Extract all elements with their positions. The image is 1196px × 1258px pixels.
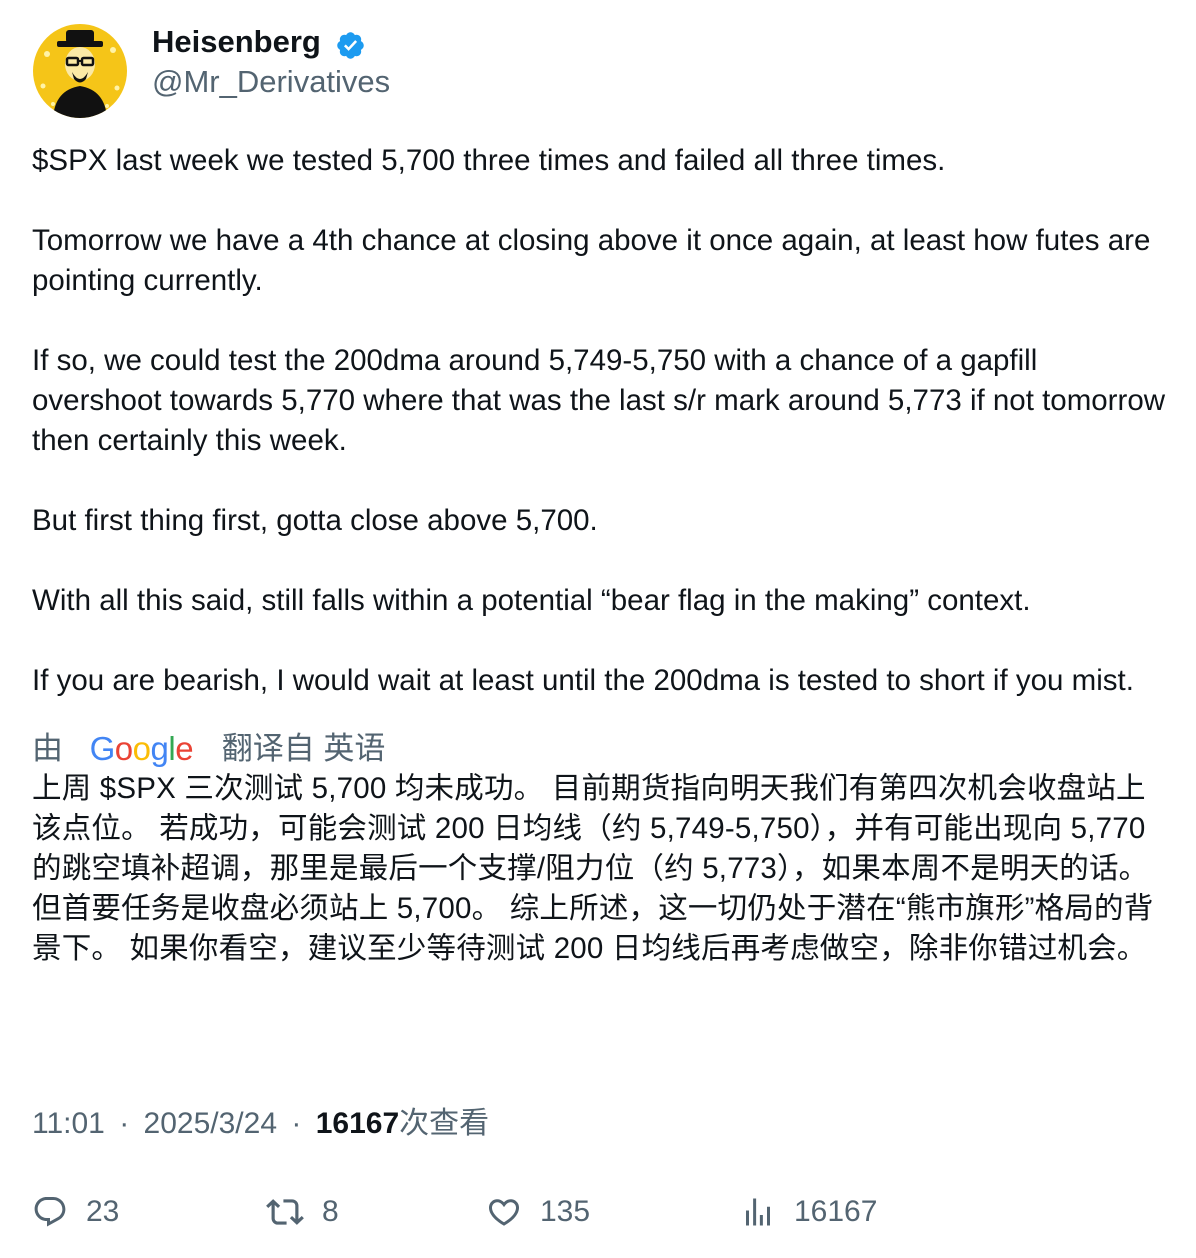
tweet-paragraph: Tomorrow we have a 4th chance at closing… bbox=[32, 224, 1151, 297]
google-logo: Google bbox=[89, 730, 194, 767]
translation-attribution[interactable]: 由 Google 翻译自 英语 bbox=[32, 729, 1172, 769]
like-button[interactable]: 135 bbox=[486, 1190, 590, 1234]
heart-icon bbox=[488, 1199, 520, 1226]
like-count: 135 bbox=[540, 1195, 591, 1228]
tweet-paragraph: If so, we could test the 200dma around 5… bbox=[32, 344, 1166, 457]
tweet-body: $SPX last week we tested 5,700 three tim… bbox=[32, 141, 1172, 969]
meta-separator: · bbox=[291, 1107, 302, 1140]
reply-count: 23 bbox=[86, 1195, 120, 1228]
verified-badge-icon bbox=[337, 32, 364, 59]
avatar-image bbox=[33, 24, 127, 118]
repost-count: 8 bbox=[322, 1195, 339, 1228]
author-handle[interactable]: @Mr_Derivatives bbox=[152, 62, 390, 102]
tweet-text: $SPX last week we tested 5,700 three tim… bbox=[32, 141, 1172, 701]
reply-icon bbox=[34, 1197, 66, 1227]
translated-from-label: 翻译自 英语 bbox=[221, 731, 386, 766]
repost-icon bbox=[266, 1199, 304, 1225]
action-bar: 23 8 135 16167 bbox=[0, 1190, 1196, 1234]
translated-text: 上周 $SPX 三次测试 5,700 均未成功。 目前期货指向明天我们有第四次机… bbox=[32, 772, 1154, 965]
tweet-paragraph: With all this said, still falls within a… bbox=[32, 584, 1031, 617]
views-count: 16167 bbox=[315, 1107, 400, 1140]
tweet-paragraph: $SPX last week we tested 5,700 three tim… bbox=[32, 144, 946, 177]
views-action-count: 16167 bbox=[794, 1195, 878, 1228]
views-label: 次查看 bbox=[399, 1107, 490, 1140]
tweet-paragraph: If you are bearish, I would wait at leas… bbox=[32, 664, 1134, 697]
author-display-name[interactable]: Heisenberg bbox=[152, 22, 321, 62]
repost-button[interactable]: 8 bbox=[266, 1190, 339, 1234]
meta-separator: · bbox=[119, 1107, 130, 1140]
tweet-date[interactable]: 2025/3/24 bbox=[144, 1107, 277, 1140]
tweet-paragraph: But first thing first, gotta close above… bbox=[32, 504, 598, 537]
tweet-time[interactable]: 11:01 bbox=[32, 1107, 105, 1140]
views-button[interactable]: 16167 bbox=[740, 1190, 877, 1234]
tweet-meta: 11:01 · 2025/3/24 · 16167次查看 bbox=[32, 1104, 489, 1144]
reply-button[interactable]: 23 bbox=[32, 1190, 119, 1234]
analytics-icon bbox=[746, 1198, 770, 1226]
avatar[interactable] bbox=[33, 24, 127, 118]
translation-by-label: 由 bbox=[32, 731, 63, 766]
